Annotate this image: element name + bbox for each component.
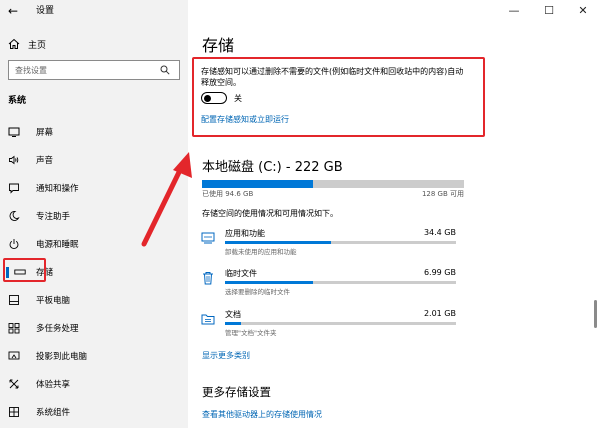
disk-used-label: 已使用 94.6 GB xyxy=(202,190,254,198)
app-title: 设置 xyxy=(36,6,55,16)
documents-folder-icon xyxy=(200,311,216,327)
sidebar-item-system-components[interactable]: 系统组件 xyxy=(0,398,188,426)
more-storage-settings-heading: 更多存储设置 xyxy=(202,385,271,399)
tablet-icon xyxy=(8,294,20,306)
disk-description: 存储空间的使用情况和可用情况如下。 xyxy=(202,209,338,218)
main-content: 存储 存储感知可以通过删除不需要的文件(例如临时文件和回收站中的内容)自动释放空… xyxy=(188,0,600,428)
category-size: 2.01 GB xyxy=(423,309,456,318)
category-usage-bar xyxy=(225,241,456,244)
sidebar-item-multitasking[interactable]: 多任务处理 xyxy=(0,314,188,342)
components-icon xyxy=(8,406,20,418)
sidebar: ← 设置 主页 系统 屏幕 声音 通知和操作 xyxy=(0,0,188,428)
sidebar-item-label: 通知和操作 xyxy=(36,184,79,194)
category-documents[interactable]: 文档 2.01 GB 管理"文档"文件夹 xyxy=(200,309,460,343)
category-size: 6.99 GB xyxy=(423,268,456,277)
disk-free-label: 128 GB 可用 xyxy=(421,190,464,198)
storage-sense-toggle[interactable] xyxy=(201,92,227,104)
sidebar-item-label: 体验共享 xyxy=(36,380,71,390)
category-usage-fill xyxy=(225,241,332,244)
multitask-icon xyxy=(8,322,20,334)
home-label: 主页 xyxy=(28,40,47,51)
toggle-state-label: 关 xyxy=(234,94,242,103)
category-name: 临时文件 xyxy=(225,269,257,278)
sidebar-item-sound[interactable]: 声音 xyxy=(0,146,188,174)
sidebar-item-focus-assist[interactable]: 专注助手 xyxy=(0,202,188,230)
sidebar-item-shared-experiences[interactable]: 体验共享 xyxy=(0,370,188,398)
trash-icon xyxy=(200,270,216,286)
category-usage-fill xyxy=(225,322,242,325)
disk-title: 本地磁盘 (C:) - 222 GB xyxy=(202,160,343,175)
home-icon xyxy=(8,38,20,50)
view-other-drives-link[interactable]: 查看其他驱动器上的存储使用情况 xyxy=(202,409,322,420)
category-usage-bar xyxy=(225,322,456,325)
sidebar-item-label: 平板电脑 xyxy=(36,296,71,306)
page-title: 存储 xyxy=(202,36,235,55)
sidebar-home[interactable]: 主页 xyxy=(8,37,46,51)
sidebar-item-project[interactable]: 投影到此电脑 xyxy=(0,342,188,370)
sidebar-item-label: 投影到此电脑 xyxy=(36,352,88,362)
category-name: 应用和功能 xyxy=(225,229,265,238)
sidebar-item-power-sleep[interactable]: 电源和睡眠 xyxy=(0,230,188,258)
category-apps[interactable]: 应用和功能 34.4 GB 卸载未使用的应用和功能 xyxy=(200,228,460,262)
sidebar-item-tablet[interactable]: 平板电脑 xyxy=(0,286,188,314)
search-input[interactable] xyxy=(9,61,155,79)
category-usage-bar xyxy=(225,281,456,284)
share-icon xyxy=(8,378,20,390)
search-box[interactable] xyxy=(8,60,180,80)
power-icon xyxy=(8,238,20,250)
moon-icon xyxy=(8,210,20,222)
disk-usage-bar xyxy=(202,180,464,188)
storage-sense-description: 存储感知可以通过删除不需要的文件(例如临时文件和回收站中的内容)自动释放空间。 xyxy=(201,67,464,87)
configure-storage-sense-link[interactable]: 配置存储感知或立即运行 xyxy=(201,114,289,125)
project-icon xyxy=(8,350,20,362)
sidebar-item-label: 声音 xyxy=(36,156,54,166)
back-arrow-icon[interactable]: ← xyxy=(8,4,24,18)
show-more-categories-link[interactable]: 显示更多类别 xyxy=(202,350,250,361)
category-subtitle: 卸载未使用的应用和功能 xyxy=(225,248,297,256)
category-subtitle: 管理"文档"文件夹 xyxy=(225,329,277,337)
sidebar-item-display[interactable]: 屏幕 xyxy=(0,118,188,146)
annotation-highlight-storage xyxy=(3,258,46,282)
sidebar-item-label: 屏幕 xyxy=(36,128,54,138)
toggle-knob xyxy=(204,94,211,102)
sidebar-item-notifications[interactable]: 通知和操作 xyxy=(0,174,188,202)
search-icon[interactable] xyxy=(155,61,175,79)
notification-icon xyxy=(8,182,20,194)
category-usage-fill xyxy=(225,281,313,284)
scrollbar-thumb[interactable] xyxy=(594,300,597,328)
category-temp-files[interactable]: 临时文件 6.99 GB 选择要删除的临时文件 xyxy=(200,268,460,302)
apps-icon xyxy=(200,230,216,246)
sidebar-item-label: 专注助手 xyxy=(36,212,71,222)
section-heading: 系统 xyxy=(8,96,27,106)
disk-usage-fill xyxy=(202,180,314,188)
category-subtitle: 选择要删除的临时文件 xyxy=(225,288,290,296)
monitor-icon xyxy=(8,126,20,138)
sidebar-item-label: 电源和睡眠 xyxy=(36,240,79,250)
category-name: 文档 xyxy=(225,310,241,319)
category-size: 34.4 GB xyxy=(423,228,456,237)
speaker-icon xyxy=(8,154,20,166)
sidebar-item-label: 系统组件 xyxy=(36,408,71,418)
sidebar-item-label: 多任务处理 xyxy=(36,324,79,334)
